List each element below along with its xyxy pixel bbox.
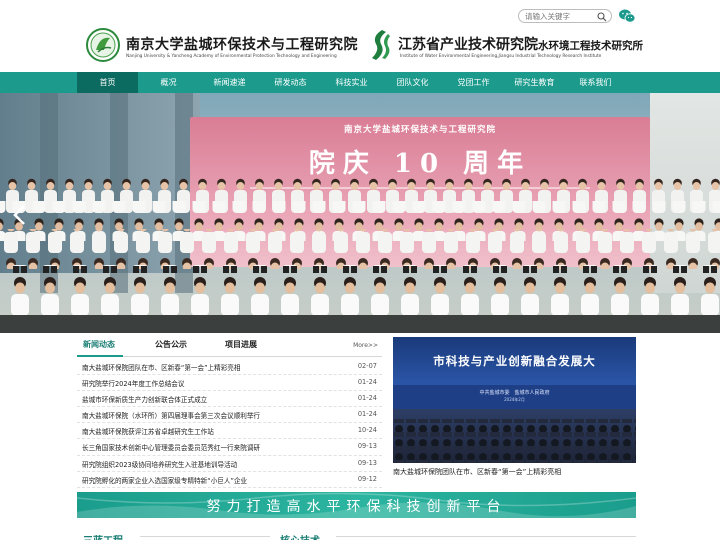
nju-logo-icon[interactable]	[86, 28, 120, 62]
news-title[interactable]: 盐城市环保新质生产力创新联合体正式成立	[82, 394, 347, 404]
tab-notices[interactable]: 公告公示	[155, 339, 187, 350]
news-date: 09-13	[357, 442, 377, 451]
audience-heads	[393, 419, 636, 463]
institute-name: 南京大学盐城环保技术与工程研究院	[126, 37, 358, 53]
search-icon[interactable]	[597, 12, 607, 22]
feature-banner-text: 市科技与产业创新融合发展大	[433, 354, 596, 368]
news-date: 09-13	[357, 458, 377, 467]
carousel-prev-icon[interactable]	[10, 203, 30, 227]
nav-item-home[interactable]: 首页	[77, 72, 138, 93]
nav-item-party[interactable]: 党团工作	[443, 72, 504, 93]
institute-name-en: Nanjing University & Yancheng Academy of…	[126, 54, 337, 59]
section-heading-core-tech[interactable]: 核心技术	[280, 532, 320, 540]
news-panel: 新闻动态 公告公示 项目进展 More>> 南大盐城环保院团队在市、区新春“第一…	[77, 337, 382, 488]
feature-organizer: 中共盐城市委 盐城市人民政府	[479, 390, 550, 396]
news-item[interactable]: 南大盐城环保院获评江苏省卓越研究生工作站 10-24	[77, 423, 382, 440]
news-title[interactable]: 南大盐城环保院团队在市、区新春“第一会”上精彩亮相	[82, 362, 347, 372]
news-date: 01-24	[357, 394, 377, 403]
section-divider	[140, 536, 270, 537]
hero-banner[interactable]: 南京大学盐城环保技术与工程研究院 院庆 10 周年	[0, 93, 720, 333]
main-nav: 首页 概况 新闻速递 研发动态 科技实业 团队文化 党团工作 研究生教育 联系我…	[0, 72, 720, 93]
tab-active-indicator	[77, 355, 123, 357]
jitri-name-en: Institute of Water Environmental Enginee…	[400, 54, 602, 59]
news-item[interactable]: 研究院组织2023级协同培养研究生入驻基地训导活动 09-13	[77, 456, 382, 472]
news-item[interactable]: 南大盐城环保院团队在市、区新春“第一会”上精彩亮相 02-07	[77, 359, 382, 376]
news-item[interactable]: 研究院举行2024年度工作总结会议 01-24	[77, 375, 382, 392]
news-date: 09-12	[357, 474, 377, 483]
news-tabs: 新闻动态 公告公示 项目进展 More>>	[77, 337, 382, 357]
search-box	[518, 9, 612, 23]
nav-items: 首页 概况 新闻速递 研发动态 科技实业 团队文化 党团工作 研究生教育 联系我…	[77, 72, 626, 93]
feature-audience	[393, 409, 636, 463]
news-title[interactable]: 研究院组织2023级协同培养研究生入驻基地训导活动	[82, 459, 347, 469]
backdrop-title: 南京大学盐城环保技术与工程研究院	[343, 125, 496, 135]
section-divider	[336, 536, 636, 537]
news-title[interactable]: 研究院举行2024年度工作总结会议	[82, 378, 347, 388]
slogan-text: 努力打造高水平环保科技创新平台	[206, 499, 507, 515]
news-item[interactable]: 长三角国家技术创新中心管理委员会委员范秀红一行来院调研 09-13	[77, 439, 382, 456]
nav-item-graduate[interactable]: 研究生教育	[504, 72, 565, 93]
slogan-banner: 努力打造高水平环保科技创新平台	[77, 492, 636, 518]
search-input[interactable]	[525, 11, 595, 22]
news-title[interactable]: 长三角国家技术创新中心管理委员会委员范秀红一行来院调研	[82, 442, 347, 452]
news-item[interactable]: 研究院孵化的两家企业入选国家级专精特新“小巨人”企业 09-12	[77, 472, 382, 488]
nav-item-research[interactable]: 研发动态	[260, 72, 321, 93]
jitri-logo-icon[interactable]	[368, 28, 394, 62]
nav-item-team[interactable]: 团队文化	[382, 72, 443, 93]
tab-news[interactable]: 新闻动态	[83, 339, 115, 350]
news-title[interactable]: 南大盐城环保院获评江苏省卓越研究生工作站	[82, 426, 347, 436]
news-item[interactable]: 盐城市环保新质生产力创新联合体正式成立 01-24	[77, 391, 382, 408]
news-item[interactable]: 南大盐城环保院（水环所）第四届理事会第三次会议顺利举行 01-24	[77, 407, 382, 424]
group-photo-crowd	[0, 173, 720, 333]
nav-item-overview[interactable]: 概况	[138, 72, 199, 93]
feature-date: 2024年2月	[504, 397, 525, 402]
news-date: 01-24	[357, 378, 377, 387]
tab-projects[interactable]: 项目进展	[225, 339, 257, 350]
jitri-name-small: 水环境工程技术研究所	[538, 40, 643, 52]
section-heading-sanlan[interactable]: 三蓝工程	[83, 532, 123, 540]
jitri-name: 江苏省产业技术研究院水环境工程技术研究所	[398, 34, 643, 54]
news-date: 02-07	[357, 362, 377, 370]
more-link[interactable]: More>>	[353, 342, 378, 349]
news-title[interactable]: 研究院孵化的两家企业入选国家级专精特新“小巨人”企业	[82, 475, 347, 485]
nav-item-contact[interactable]: 联系我们	[565, 72, 626, 93]
feature-caption[interactable]: 南大盐城环保院团队在市、区新春“第一会”上精彩亮相	[393, 467, 636, 477]
nav-item-news[interactable]: 新闻速递	[199, 72, 260, 93]
news-list: 南大盐城环保院团队在市、区新春“第一会”上精彩亮相 02-07 研究院举行202…	[77, 359, 382, 488]
jitri-name-main: 江苏省产业技术研究院	[398, 37, 538, 53]
news-title[interactable]: 南大盐城环保院（水环所）第四届理事会第三次会议顺利举行	[82, 410, 347, 420]
feature-image[interactable]: 市科技与产业创新融合发展大 中共盐城市委 盐城市人民政府 2024年2月	[393, 337, 636, 463]
news-date: 01-24	[357, 410, 377, 419]
wechat-icon[interactable]	[618, 8, 636, 24]
nav-item-industry[interactable]: 科技实业	[321, 72, 382, 93]
news-date: 10-24	[357, 426, 377, 435]
site-header: 南京大学盐城环保技术与工程研究院 Nanjing University & Ya…	[0, 0, 720, 72]
